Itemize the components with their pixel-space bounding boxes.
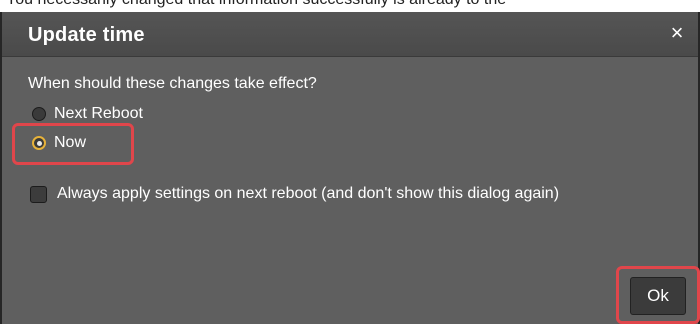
update-time-dialog: Update time × When should these changes … — [0, 12, 700, 324]
always-apply-checkbox-row[interactable]: Always apply settings on next reboot (an… — [30, 183, 559, 205]
radio-now[interactable]: Now — [32, 132, 86, 154]
background-text: You necessarily changed that information… — [0, 0, 700, 11]
radio-label-now: Now — [54, 134, 87, 151]
always-apply-checkbox[interactable] — [30, 185, 47, 203]
dialog-title: Update time — [28, 24, 145, 46]
radio-label-next-reboot: Next Reboot — [54, 105, 143, 122]
radio-button-now[interactable] — [32, 136, 46, 150]
radio-next-reboot[interactable]: Next Reboot — [32, 103, 143, 125]
ok-button[interactable]: Ok — [630, 277, 686, 315]
close-icon[interactable]: × — [666, 22, 688, 44]
radio-button-next-reboot[interactable] — [32, 107, 46, 121]
always-apply-label: Always apply settings on next reboot (an… — [57, 185, 560, 202]
dialog-titlebar: Update time × — [2, 12, 698, 57]
dialog-question: When should these changes take effect? — [28, 75, 317, 92]
